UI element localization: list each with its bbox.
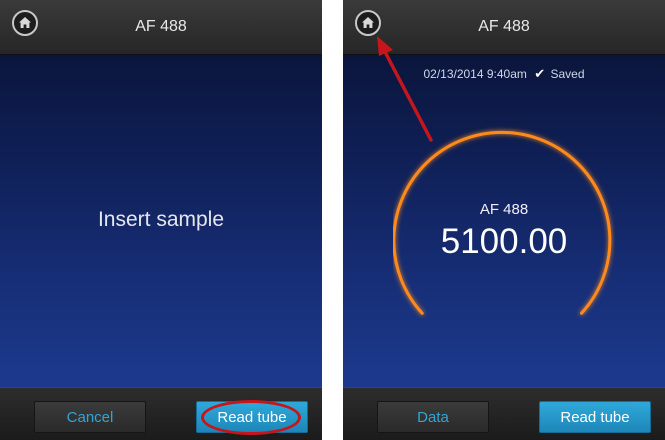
gauge-label: AF 488 xyxy=(479,201,529,218)
screen-title: AF 488 xyxy=(0,0,322,54)
top-bar: AF 488 xyxy=(0,0,322,55)
read-tube-button[interactable]: Read tube xyxy=(539,401,651,433)
check-icon: ✔ xyxy=(534,66,546,81)
saved-label: Saved xyxy=(550,67,585,81)
screen-title-text: AF 488 xyxy=(135,18,187,35)
data-button[interactable]: Data xyxy=(377,401,489,433)
gauge-value: 5100.00 xyxy=(440,222,568,261)
screen-title-text: AF 488 xyxy=(478,18,530,35)
cancel-button[interactable]: Cancel xyxy=(34,401,146,433)
annotation-arrow xyxy=(377,36,433,142)
left-screen: AF 488 Insert sample Cancel Read tube xyxy=(0,0,322,440)
insert-sample-message: Insert sample xyxy=(97,208,225,231)
highlight-ellipse xyxy=(201,400,301,435)
bottom-bar: Data Read tube xyxy=(343,387,665,440)
